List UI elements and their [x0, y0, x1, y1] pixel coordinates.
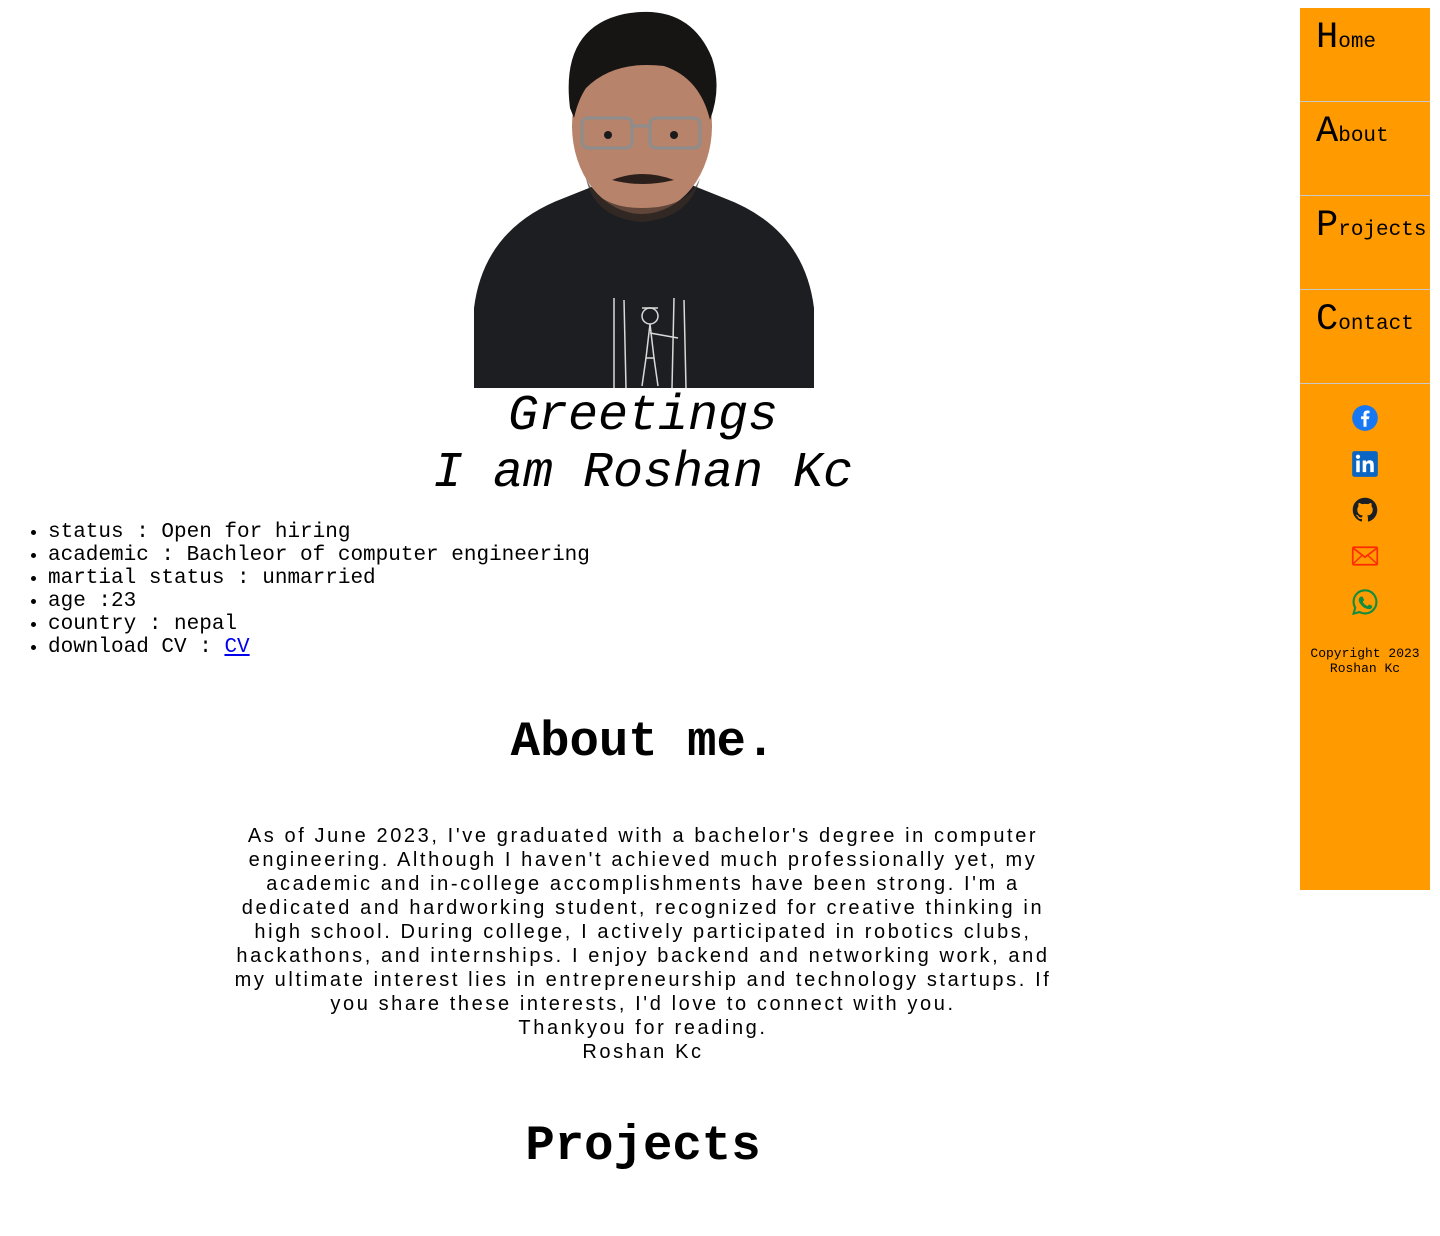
whatsapp-icon[interactable]	[1351, 588, 1379, 616]
social-links	[1300, 404, 1430, 634]
list-item: martial status : unmarried	[48, 567, 590, 590]
nav-item-contact[interactable]: Contact	[1300, 290, 1430, 384]
mail-icon[interactable]	[1351, 542, 1379, 570]
nav-item-label: ontact	[1338, 313, 1414, 336]
nav-item-projects[interactable]: Projects	[1300, 196, 1430, 290]
greeting-heading: Greetings	[507, 388, 779, 445]
intro-heading: I am Roshan Kc	[432, 445, 854, 502]
nav-item-label: ome	[1338, 31, 1377, 54]
nav-item-initial: C	[1316, 299, 1339, 341]
nav-item-home[interactable]: Home	[1300, 8, 1430, 102]
list-item: age :23	[48, 590, 590, 613]
list-item: academic : Bachleor of computer engineer…	[48, 544, 590, 567]
list-item: status : Open for hiring	[48, 521, 590, 544]
github-icon[interactable]	[1351, 496, 1379, 524]
about-signature: Roshan Kc	[582, 1041, 704, 1063]
about-thanks: Thankyou for reading.	[518, 1017, 768, 1039]
profile-photo	[474, 8, 814, 388]
nav-item-label: bout	[1338, 125, 1389, 148]
copyright-line: Copyright 2023	[1310, 646, 1420, 661]
copyright-owner: Roshan Kc	[1329, 661, 1401, 676]
sidebar-nav: Home About Projects Contact Copyright 20…	[1300, 8, 1430, 890]
nav-item-initial: A	[1316, 111, 1339, 153]
copyright-text: Copyright 2023 Roshan Kc	[1300, 646, 1430, 676]
linkedin-icon[interactable]	[1351, 450, 1379, 478]
projects-title: Projects	[525, 1118, 761, 1174]
profile-info-list: status : Open for hiring academic : Bach…	[0, 521, 590, 659]
about-text: As of June 2023, I've graduated with a b…	[218, 824, 1068, 1064]
nav-item-label: rojects	[1338, 219, 1427, 242]
cv-download-link[interactable]: CV	[224, 636, 249, 659]
list-item: download CV : CV	[48, 636, 590, 659]
nav-item-initial: H	[1316, 17, 1339, 59]
about-body: As of June 2023, I've graduated with a b…	[234, 825, 1052, 1015]
nav-item-about[interactable]: About	[1300, 102, 1430, 196]
facebook-icon[interactable]	[1351, 404, 1379, 432]
cv-label: download CV :	[48, 636, 225, 659]
about-title: About me.	[510, 714, 776, 770]
nav-item-initial: P	[1316, 205, 1339, 247]
list-item: country : nepal	[48, 613, 590, 636]
